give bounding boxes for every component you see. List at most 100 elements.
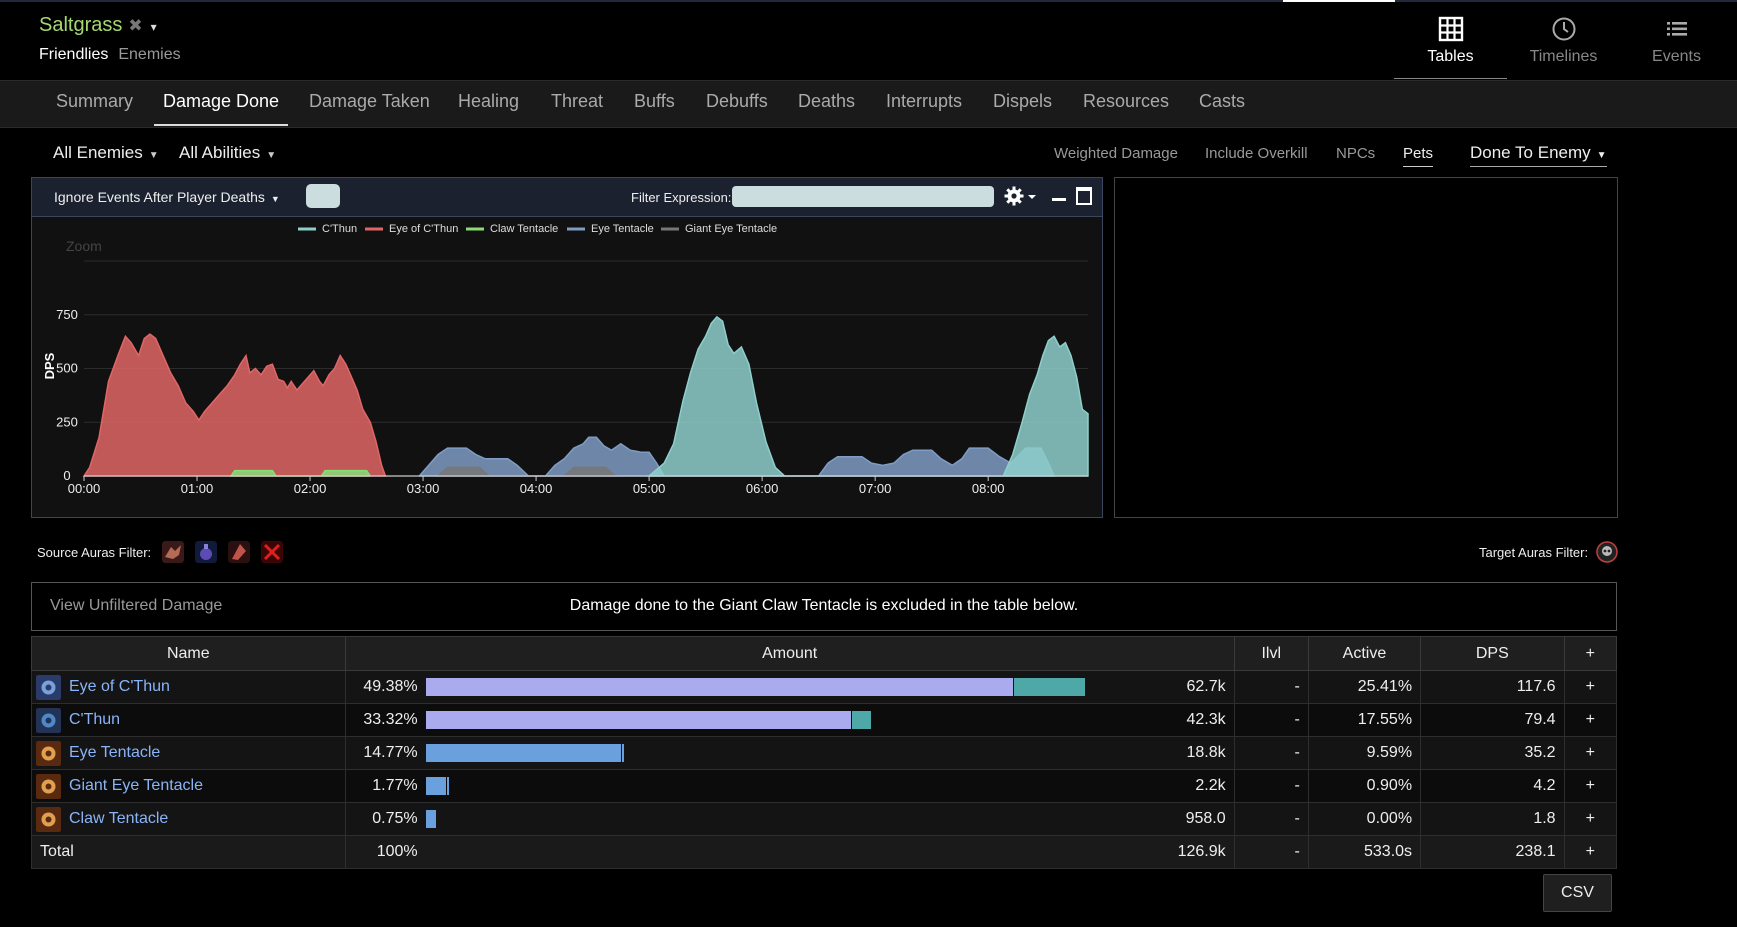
- y-axis-label: DPS: [42, 352, 57, 379]
- legend-label[interactable]: Eye Tentacle: [591, 223, 654, 235]
- dragon-aura-icon[interactable]: [162, 541, 185, 563]
- enemies-link[interactable]: Enemies: [118, 46, 180, 63]
- clock-icon: [1507, 14, 1620, 44]
- amount-bar: [425, 743, 1176, 762]
- zoom-label[interactable]: Zoom: [66, 238, 102, 254]
- y-tick-label: 500: [56, 361, 78, 376]
- enemies-dropdown[interactable]: All Enemies ▼: [53, 143, 159, 163]
- dps-cell: 1.8: [1420, 802, 1565, 836]
- tab-damage-done[interactable]: Damage Done: [153, 81, 289, 127]
- table-row[interactable]: C'Thun 33.32% 42.3k - 17.55% 79.4 +: [31, 703, 1618, 737]
- actor-name-link[interactable]: Claw Tentacle: [69, 810, 168, 828]
- ilvl-cell: -: [1233, 703, 1309, 737]
- tab-threat[interactable]: Threat: [551, 81, 603, 127]
- bloodfang-aura-icon[interactable]: [228, 541, 251, 563]
- done-to-enemy-dropdown[interactable]: Done To Enemy ▼: [1470, 143, 1607, 167]
- total-ilvl: -: [1233, 835, 1309, 869]
- friendlies-enemies-switch: Friendlies Enemies: [39, 46, 191, 64]
- expand-row-button[interactable]: +: [1563, 670, 1618, 704]
- actor-name-link[interactable]: Giant Eye Tentacle: [69, 777, 203, 795]
- amount-value: 18.8k: [1186, 744, 1226, 761]
- name-column-header[interactable]: Name: [31, 636, 346, 671]
- amount-bar: [425, 809, 1176, 828]
- amount-cell: 33.32% 42.3k: [344, 703, 1235, 737]
- eye-of-cthun-icon: [36, 674, 61, 700]
- tab-healing[interactable]: Healing: [458, 81, 519, 127]
- expand-row-button[interactable]: +: [1563, 802, 1618, 836]
- close-icon[interactable]: ✖: [128, 16, 142, 35]
- table-row[interactable]: Eye of C'Thun 49.38% 62.7k - 25.41% 117.…: [31, 670, 1618, 704]
- legend-label[interactable]: Giant Eye Tentacle: [685, 223, 777, 235]
- graph-toggle-switch[interactable]: [306, 184, 340, 208]
- series-area-1[interactable]: [82, 333, 387, 477]
- chevron-down-icon[interactable]: ▾: [151, 20, 157, 34]
- csv-export-button[interactable]: CSV: [1543, 874, 1612, 912]
- x-tick-label: 06:00: [746, 481, 779, 496]
- weighted-damage-toggle[interactable]: Weighted Damage: [1054, 145, 1178, 162]
- npcs-toggle[interactable]: NPCs: [1336, 145, 1375, 162]
- exclusion-message: Damage done to the Giant Claw Tentacle i…: [569, 597, 1079, 614]
- tab-buffs[interactable]: Buffs: [634, 81, 675, 127]
- pets-toggle[interactable]: Pets: [1403, 145, 1434, 167]
- actor-name-link[interactable]: Eye Tentacle: [69, 744, 160, 762]
- tab-damage-taken[interactable]: Damage Taken: [309, 81, 430, 127]
- actor-name-link[interactable]: Eye of C'Thun: [69, 678, 170, 696]
- amount-column-header[interactable]: Amount: [344, 636, 1235, 671]
- tab-interrupts[interactable]: Interrupts: [886, 81, 962, 127]
- legend-label[interactable]: C'Thun: [322, 223, 357, 235]
- filter-expression-input[interactable]: [732, 186, 994, 207]
- minimize-icon[interactable]: [1052, 198, 1066, 201]
- legend-label[interactable]: Eye of C'Thun: [389, 223, 458, 235]
- damage-done-table: Name Amount Ilvl Active DPS + Eye of C'T…: [31, 636, 1618, 869]
- amount-bar-secondary: [621, 743, 624, 762]
- expand-all-button[interactable]: +: [1563, 636, 1618, 671]
- report-title[interactable]: Saltgrass ✖ ▾: [39, 14, 157, 37]
- total-percent: 100%: [376, 843, 418, 860]
- report-name[interactable]: Saltgrass: [39, 14, 122, 36]
- view-unfiltered-damage-link[interactable]: View Unfiltered Damage: [50, 597, 222, 615]
- ilvl-cell: -: [1233, 769, 1309, 803]
- potion-aura-icon[interactable]: [195, 541, 218, 563]
- ilvl-cell: -: [1233, 736, 1309, 770]
- percent-value: 33.32%: [363, 711, 418, 728]
- skull-aura-icon[interactable]: [1596, 541, 1618, 563]
- tables-view-button[interactable]: Tables: [1394, 0, 1507, 79]
- tab-resources[interactable]: Resources: [1083, 81, 1169, 127]
- amount-bar: [425, 710, 1176, 729]
- table-header-row: Name Amount Ilvl Active DPS +: [31, 636, 1618, 671]
- y-tick-label: 750: [56, 307, 78, 322]
- tab-summary[interactable]: Summary: [56, 81, 133, 127]
- timelines-view-button[interactable]: Timelines: [1507, 0, 1620, 79]
- series-area-0[interactable]: [647, 315, 1089, 477]
- amount-bar-secondary: [851, 710, 872, 729]
- ilvl-column-header[interactable]: Ilvl: [1233, 636, 1309, 671]
- friendlies-link[interactable]: Friendlies: [39, 46, 108, 63]
- table-row[interactable]: Claw Tentacle 0.75% 958.0 - 0.00% 1.8 +: [31, 802, 1618, 836]
- amount-bar-secondary: [446, 776, 449, 795]
- gear-icon[interactable]: [1004, 185, 1040, 212]
- total-amount-cell: 100% 126.9k: [344, 835, 1235, 869]
- active-column-header[interactable]: Active: [1307, 636, 1422, 671]
- include-overkill-toggle[interactable]: Include Overkill: [1205, 145, 1308, 162]
- red-rune-aura-icon[interactable]: [261, 541, 284, 563]
- expand-row-button[interactable]: +: [1563, 736, 1618, 770]
- ignore-events-dropdown[interactable]: Ignore Events After Player Deaths ▼: [54, 189, 280, 205]
- expand-total-button[interactable]: +: [1563, 835, 1618, 869]
- events-view-button[interactable]: Events: [1620, 0, 1733, 79]
- actor-name-link[interactable]: C'Thun: [69, 711, 120, 729]
- maximize-icon[interactable]: [1076, 187, 1092, 205]
- tab-dispels[interactable]: Dispels: [993, 81, 1052, 127]
- abilities-dropdown[interactable]: All Abilities ▼: [179, 143, 276, 163]
- table-row[interactable]: Giant Eye Tentacle 1.77% 2.2k - 0.90% 4.…: [31, 769, 1618, 803]
- tab-casts[interactable]: Casts: [1199, 81, 1245, 127]
- dps-area-chart[interactable]: C'Thun Eye of C'Thun Claw Tentacle Eye Tent…: [32, 216, 1102, 516]
- expand-row-button[interactable]: +: [1563, 703, 1618, 737]
- tab-debuffs[interactable]: Debuffs: [706, 81, 768, 127]
- legend-label[interactable]: Claw Tentacle: [490, 223, 558, 235]
- expand-row-button[interactable]: +: [1563, 769, 1618, 803]
- dps-column-header[interactable]: DPS: [1420, 636, 1565, 671]
- table-row[interactable]: Eye Tentacle 14.77% 18.8k - 9.59% 35.2 +: [31, 736, 1618, 770]
- tab-deaths[interactable]: Deaths: [798, 81, 855, 127]
- view-switcher: Tables Timelines Events: [1394, 0, 1733, 79]
- name-cell: Giant Eye Tentacle: [31, 769, 346, 803]
